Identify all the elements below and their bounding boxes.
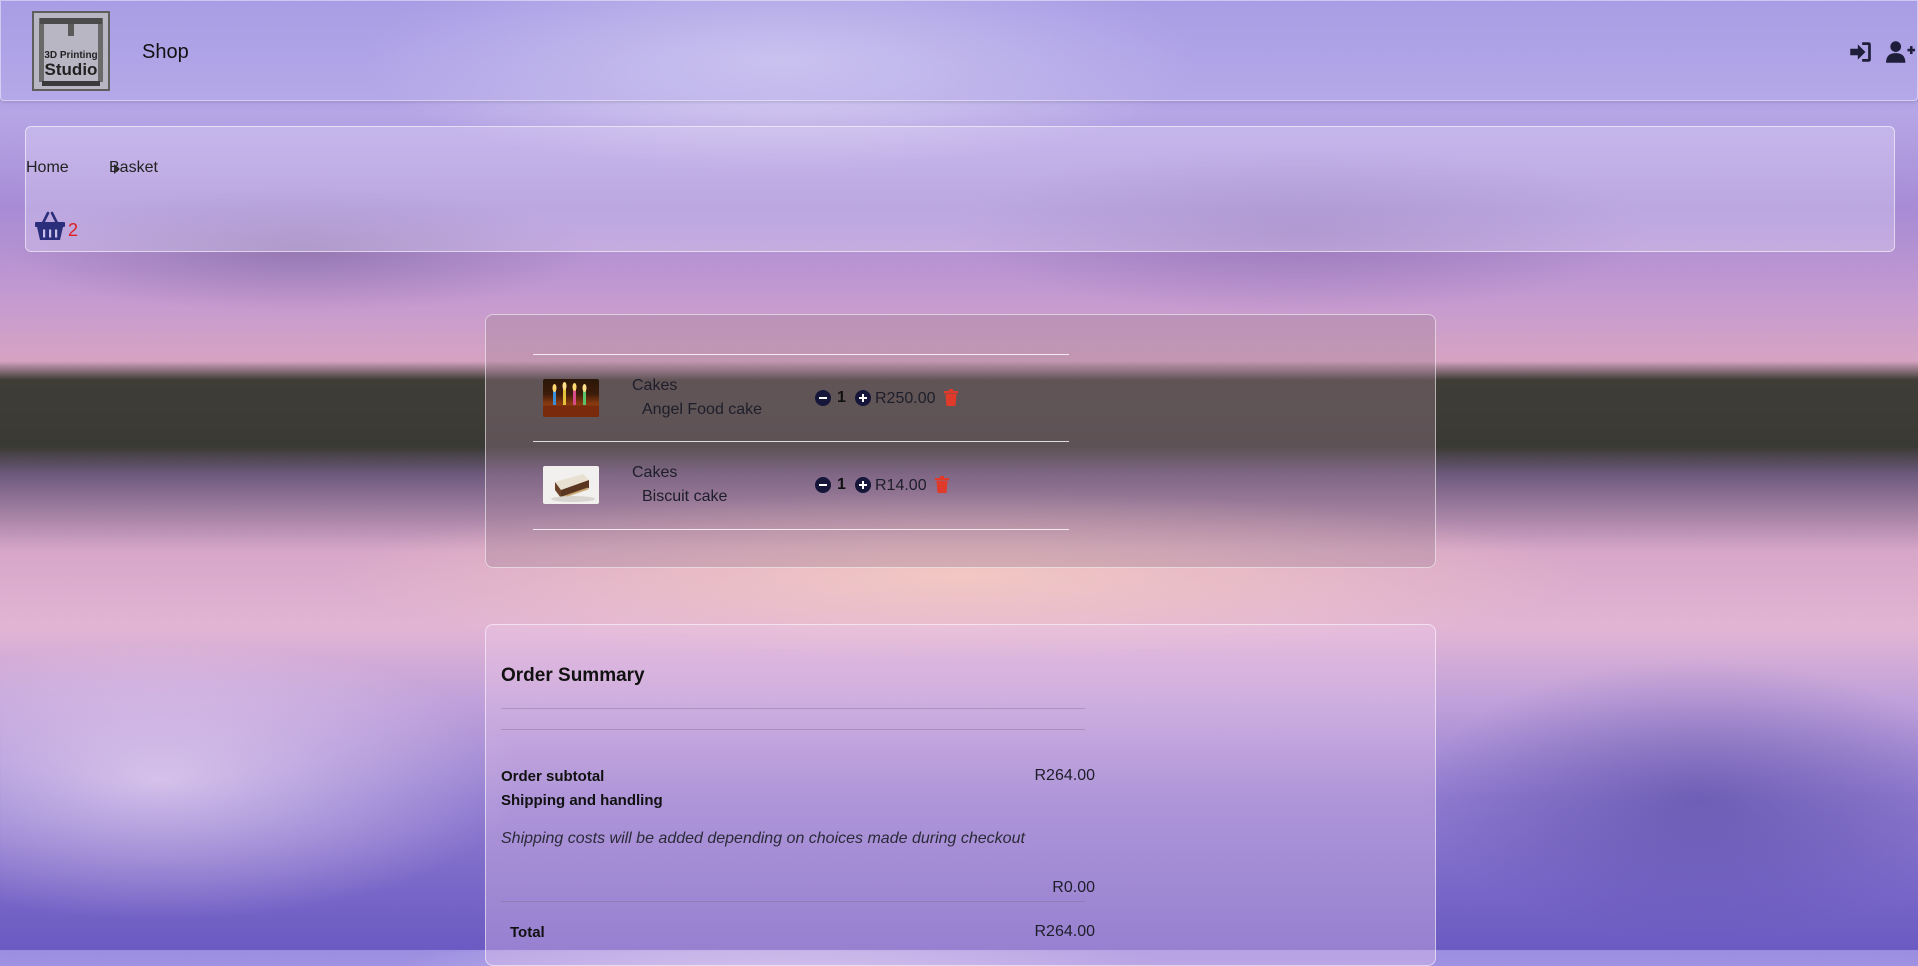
increase-quantity-icon[interactable] <box>855 390 871 406</box>
trash-icon[interactable] <box>935 476 949 493</box>
order-subtotal-value: R264.00 <box>1034 767 1096 784</box>
item-quantity: 1 <box>837 476 846 493</box>
logo-nozzle <box>68 24 74 36</box>
breadcrumb-home[interactable]: Home <box>26 159 69 177</box>
summary-divider <box>501 729 1085 730</box>
basket-item: Cakes Biscuit cake 1 R14.00 <box>533 442 1069 528</box>
basket-icon[interactable] <box>34 211 66 241</box>
logo-base <box>42 81 100 86</box>
user-plus-icon[interactable] <box>1885 39 1915 65</box>
item-price: R250.00 <box>875 390 936 407</box>
breadcrumb-basket[interactable]: Basket <box>109 159 158 177</box>
item-category: Cakes <box>632 464 678 481</box>
increase-quantity-icon[interactable] <box>855 477 871 493</box>
birthday-candles-image <box>543 382 599 417</box>
decrease-quantity-icon[interactable] <box>815 477 831 493</box>
shipping-label: Shipping and handling <box>501 792 663 809</box>
trash-icon[interactable] <box>944 389 958 406</box>
shipping-value: R0.00 <box>1052 879 1095 896</box>
basket-item: Cakes Angel Food cake 1 R250.00 <box>533 355 1069 441</box>
studio-logo[interactable]: 3D Printing Studio <box>32 11 110 91</box>
summary-divider <box>501 901 1085 902</box>
item-name[interactable]: Biscuit cake <box>642 488 727 506</box>
total-label: Total <box>510 924 545 941</box>
order-subtotal-label: Order subtotal <box>501 768 605 785</box>
item-divider <box>533 529 1069 530</box>
item-quantity: 1 <box>837 389 846 406</box>
item-name[interactable]: Angel Food cake <box>642 401 762 419</box>
angel-food-cake-thumbnail[interactable] <box>543 379 599 417</box>
shop-title[interactable]: Shop <box>142 41 189 64</box>
top-navbar: 3D Printing Studio Shop <box>0 0 1918 101</box>
total-value: R264.00 <box>1034 923 1096 940</box>
basket-items-panel: Cakes Angel Food cake 1 R250.00 Cakes Bi… <box>485 314 1436 568</box>
basket-count-badge: 2 <box>68 220 79 240</box>
decrease-quantity-icon[interactable] <box>815 390 831 406</box>
logo-text-line2: Studio <box>44 60 98 79</box>
biscuit-cake-thumbnail[interactable] <box>543 466 599 504</box>
item-price: R14.00 <box>875 477 927 494</box>
sign-in-icon[interactable] <box>1847 39 1873 65</box>
biscuit-cake-image <box>551 474 595 502</box>
item-category: Cakes <box>632 377 678 394</box>
shipping-note: Shipping costs will be added depending o… <box>501 830 1025 847</box>
breadcrumb-panel: Home Basket 2 <box>25 126 1895 252</box>
order-summary-panel: Order Summary Order subtotal R264.00 Shi… <box>485 624 1436 966</box>
summary-divider <box>501 708 1085 709</box>
order-summary-title: Order Summary <box>501 665 645 686</box>
